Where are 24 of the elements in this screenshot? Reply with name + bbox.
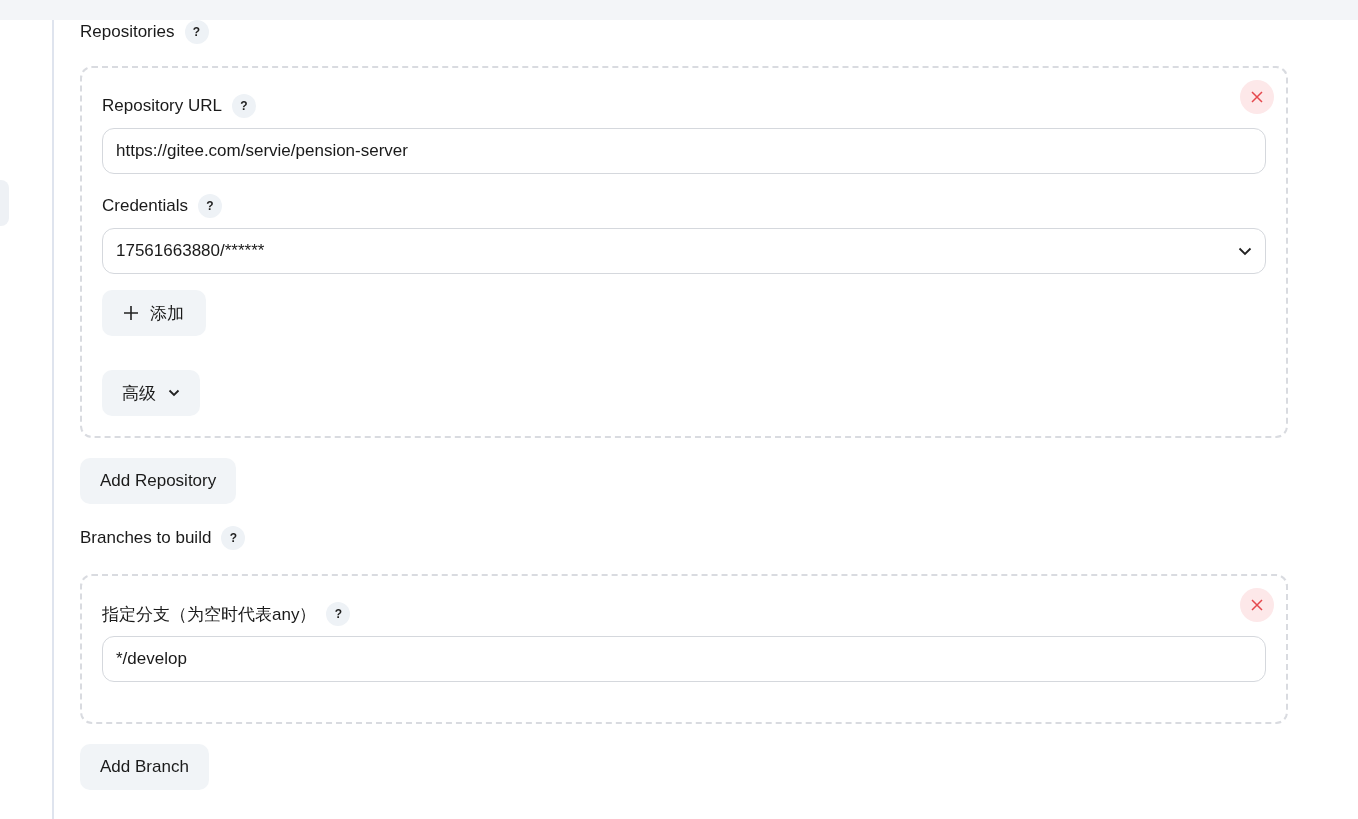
add-button[interactable]: 添加 bbox=[102, 290, 206, 336]
close-icon bbox=[1251, 91, 1263, 103]
help-button[interactable]: ? bbox=[184, 20, 209, 44]
field-label: Credentials bbox=[102, 196, 188, 216]
chevron-down-icon bbox=[1238, 246, 1252, 256]
add-button[interactable]: Add Repository bbox=[80, 458, 237, 504]
section-label: Branches to build bbox=[80, 528, 212, 548]
chevron-down-icon bbox=[168, 389, 180, 397]
input-field[interactable]: https://gitee.com/servie/pension-server bbox=[102, 128, 1266, 174]
select-field[interactable]: 17561663880/****** bbox=[102, 228, 1266, 274]
help-button[interactable]: ? bbox=[198, 194, 222, 218]
section-label: Repositories bbox=[80, 22, 175, 42]
advanced-button[interactable]: 高级 bbox=[102, 370, 200, 416]
plus-icon bbox=[124, 306, 138, 320]
input-field[interactable]: */develop bbox=[102, 636, 1266, 682]
close-button[interactable] bbox=[1240, 588, 1274, 622]
add-button[interactable]: Add Branch bbox=[80, 744, 209, 790]
close-button[interactable] bbox=[1240, 80, 1274, 114]
help-button[interactable]: ? bbox=[326, 602, 351, 626]
close-icon bbox=[1251, 599, 1263, 611]
field-label: 指定分支（为空时代表any） bbox=[102, 603, 317, 626]
field-label: Repository URL bbox=[102, 96, 222, 116]
help-button[interactable]: ? bbox=[221, 526, 246, 550]
help-button[interactable]: ? bbox=[232, 94, 256, 118]
